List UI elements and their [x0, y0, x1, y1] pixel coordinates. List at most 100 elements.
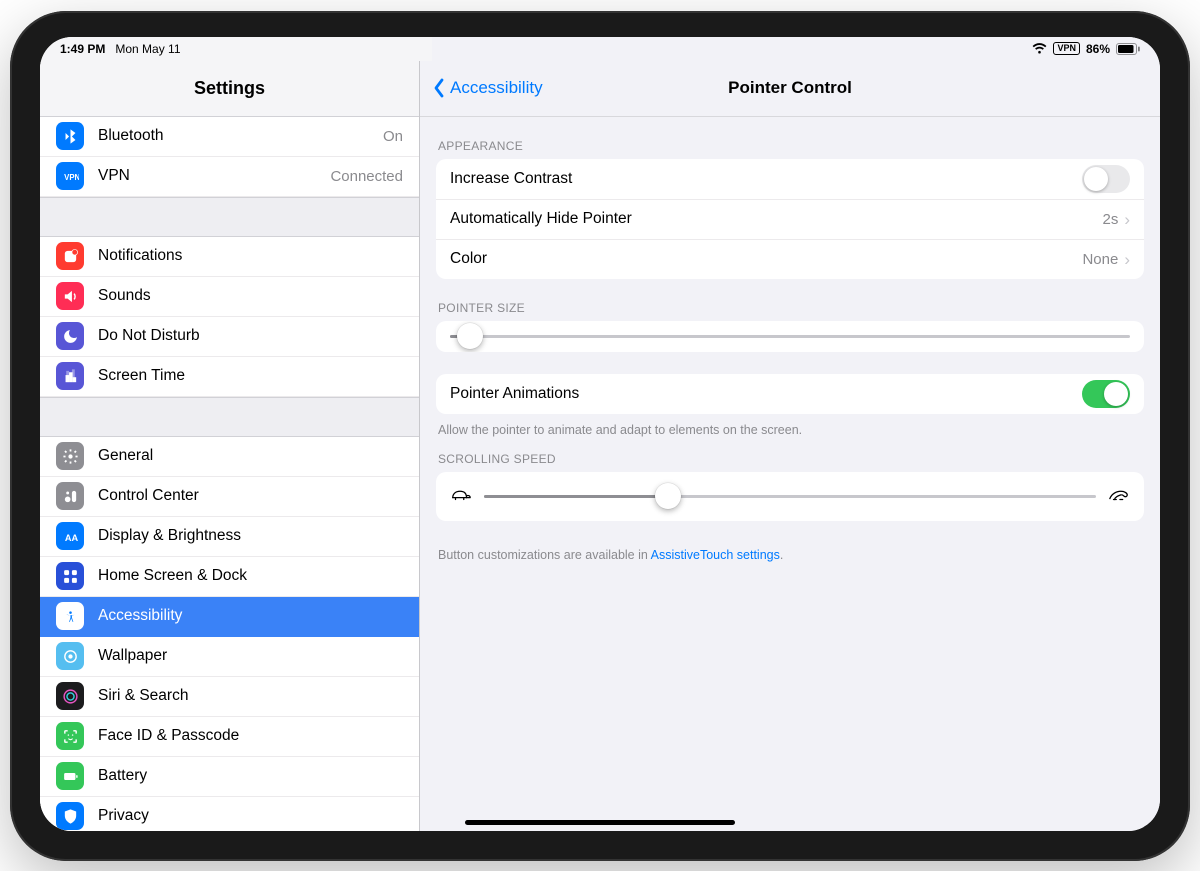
sidebar-item-label: Siri & Search [98, 687, 188, 705]
sidebar-item-vpn[interactable]: VPN VPN Connected [40, 157, 419, 197]
slider-thumb[interactable] [655, 483, 681, 509]
battery-icon [1116, 43, 1140, 55]
row-increase-contrast[interactable]: Increase Contrast [436, 159, 1144, 199]
sidebar-item-label: Accessibility [98, 607, 182, 625]
row-label: Color [450, 250, 487, 268]
sidebar-item-label: Display & Brightness [98, 527, 241, 545]
sidebar-item-label: Bluetooth [98, 127, 164, 145]
notifications-icon [56, 242, 84, 270]
wifi-icon [1032, 43, 1047, 54]
settings-sidebar: Settings Bluetooth On VPN VPN Connected Notif… [40, 61, 420, 831]
chevron-left-icon [432, 78, 446, 98]
sounds-icon [56, 282, 84, 310]
group-pointer-animations: Pointer Animations [436, 374, 1144, 414]
bluetooth-icon [56, 122, 84, 150]
display-icon: AA [56, 522, 84, 550]
wallpaper-icon [56, 642, 84, 670]
pointer-animations-toggle[interactable] [1082, 380, 1130, 408]
sidebar-item-controlcenter[interactable]: Control Center [40, 477, 419, 517]
sidebar-item-value: Connected [330, 168, 403, 185]
group-label-appearance: APPEARANCE [420, 117, 1160, 159]
group-label-pointer-size: POINTER SIZE [420, 279, 1160, 321]
sidebar-item-display[interactable]: AA Display & Brightness [40, 517, 419, 557]
increase-contrast-toggle[interactable] [1082, 165, 1130, 193]
ipad-frame: 1:49 PM Mon May 11 VPN 86% Settings Blue… [10, 11, 1190, 861]
slider-track[interactable] [450, 335, 1130, 338]
footer-caption: Button customizations are available in A… [420, 521, 1160, 563]
sidebar-item-value: On [383, 128, 403, 145]
sidebar-item-label: General [98, 447, 153, 465]
sidebar-item-label: Do Not Disturb [98, 327, 200, 345]
siri-icon [56, 682, 84, 710]
back-button-label: Accessibility [450, 78, 543, 98]
accessibility-icon [56, 602, 84, 630]
sidebar-spacer [40, 197, 419, 237]
sidebar-item-label: VPN [98, 167, 130, 185]
row-label: Increase Contrast [450, 170, 572, 188]
row-color[interactable]: Color None › [436, 239, 1144, 279]
sidebar-item-label: Screen Time [98, 367, 185, 385]
detail-pane: Accessibility Pointer Control APPEARANCE… [420, 61, 1160, 831]
battery-icon [56, 762, 84, 790]
sidebar-item-faceid[interactable]: Face ID & Passcode [40, 717, 419, 757]
dnd-icon [56, 322, 84, 350]
sidebar-item-privacy[interactable]: Privacy [40, 797, 419, 831]
vpn-icon: VPN [56, 162, 84, 190]
detail-header: Accessibility Pointer Control [420, 61, 1160, 117]
homescreen-icon [56, 562, 84, 590]
row-auto-hide-pointer[interactable]: Automatically Hide Pointer 2s› [436, 199, 1144, 239]
row-pointer-animations[interactable]: Pointer Animations [436, 374, 1144, 414]
sidebar-item-accessibility[interactable]: Accessibility [40, 597, 419, 637]
home-indicator[interactable] [465, 820, 735, 825]
sidebar-item-dnd[interactable]: Do Not Disturb [40, 317, 419, 357]
sidebar-item-label: Control Center [98, 487, 199, 505]
sidebar-item-bluetooth[interactable]: Bluetooth On [40, 117, 419, 157]
back-button[interactable]: Accessibility [432, 78, 543, 98]
tortoise-icon [450, 486, 472, 507]
sidebar-item-notifications[interactable]: Notifications [40, 237, 419, 277]
sidebar-list[interactable]: Bluetooth On VPN VPN Connected Notifications S… [40, 117, 419, 831]
status-battery-pct: 86% [1086, 42, 1110, 56]
sidebar-item-label: Notifications [98, 247, 182, 265]
sidebar-item-label: Sounds [98, 287, 151, 305]
sidebar-item-label: Wallpaper [98, 647, 167, 665]
content-panes: Settings Bluetooth On VPN VPN Connected Notif… [40, 61, 1160, 831]
slider-track[interactable] [484, 495, 1096, 498]
svg-text:VPN: VPN [64, 173, 79, 182]
scrolling-speed-slider[interactable] [436, 472, 1144, 521]
sidebar-title: Settings [40, 61, 419, 117]
sidebar-item-label: Battery [98, 767, 147, 785]
group-label-scrolling-speed: SCROLLING SPEED [420, 438, 1160, 472]
pointer-size-slider[interactable] [436, 321, 1144, 352]
footer-period: . [780, 548, 783, 562]
status-bar: 1:49 PM Mon May 11 VPN 86% [40, 37, 1160, 61]
status-date: Mon May 11 [115, 42, 180, 56]
sidebar-item-battery[interactable]: Battery [40, 757, 419, 797]
row-label: Pointer Animations [450, 385, 579, 403]
pointer-animations-caption: Allow the pointer to animate and adapt t… [420, 414, 1160, 438]
assistivetouch-link[interactable]: AssistiveTouch settings [651, 548, 780, 562]
chevron-right-icon: › [1124, 211, 1130, 228]
footer-text: Button customizations are available in [438, 548, 651, 562]
hare-icon [1108, 486, 1130, 507]
chevron-right-icon: › [1124, 251, 1130, 268]
sidebar-item-wallpaper[interactable]: Wallpaper [40, 637, 419, 677]
sidebar-item-sounds[interactable]: Sounds [40, 277, 419, 317]
svg-text:AA: AA [64, 532, 78, 542]
row-value: 2s [1102, 211, 1118, 228]
sidebar-item-homescreen[interactable]: Home Screen & Dock [40, 557, 419, 597]
sidebar-item-label: Home Screen & Dock [98, 567, 247, 585]
sidebar-item-screentime[interactable]: Screen Time [40, 357, 419, 397]
group-appearance: Increase Contrast Automatically Hide Poi… [436, 159, 1144, 279]
status-time: 1:49 PM [60, 42, 105, 56]
vpn-badge: VPN [1053, 42, 1080, 55]
screen: 1:49 PM Mon May 11 VPN 86% Settings Blue… [40, 37, 1160, 831]
row-value: None [1082, 251, 1118, 268]
sidebar-item-label: Face ID & Passcode [98, 727, 239, 745]
slider-thumb[interactable] [457, 323, 483, 349]
sidebar-item-general[interactable]: General [40, 437, 419, 477]
slider-fill [484, 495, 668, 498]
sidebar-item-siri[interactable]: Siri & Search [40, 677, 419, 717]
controlcenter-icon [56, 482, 84, 510]
faceid-icon [56, 722, 84, 750]
